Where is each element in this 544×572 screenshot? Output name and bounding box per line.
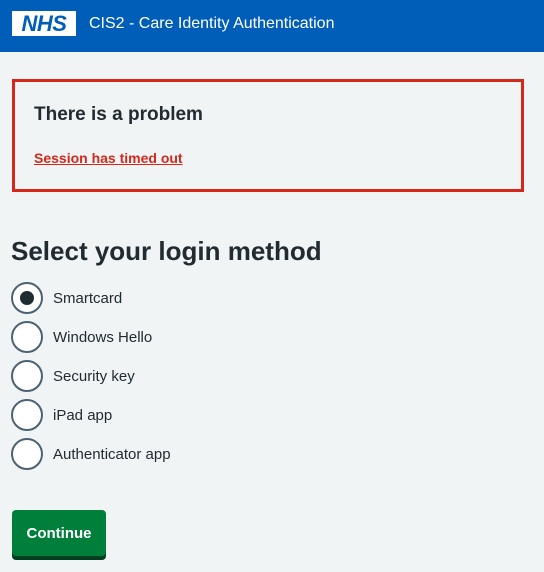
nhs-logo[interactable]: NHS xyxy=(12,11,76,36)
radio-option-security-key[interactable]: Security key xyxy=(11,360,135,392)
radio-label-authenticator-app[interactable]: Authenticator app xyxy=(53,446,171,463)
continue-button[interactable]: Continue xyxy=(12,510,106,556)
error-summary-title: There is a problem xyxy=(34,104,203,125)
radio-button-authenticator-app[interactable] xyxy=(11,438,43,470)
radio-option-authenticator-app[interactable]: Authenticator app xyxy=(11,438,171,470)
site-header: NHS CIS2 - Care Identity Authentication xyxy=(0,0,544,52)
service-name[interactable]: CIS2 - Care Identity Authentication xyxy=(89,14,334,34)
radio-option-windows-hello[interactable]: Windows Hello xyxy=(11,321,152,353)
radio-option-smartcard[interactable]: Smartcard xyxy=(11,282,122,314)
radio-label-ipad-app[interactable]: iPad app xyxy=(53,407,112,424)
radio-button-security-key[interactable] xyxy=(11,360,43,392)
radio-button-ipad-app[interactable] xyxy=(11,399,43,431)
radio-button-windows-hello[interactable] xyxy=(11,321,43,353)
nhs-logo-text: NHS xyxy=(21,10,67,36)
radio-button-smartcard[interactable] xyxy=(11,282,43,314)
session-timeout-link[interactable]: Session has timed out xyxy=(34,150,183,166)
radio-label-windows-hello[interactable]: Windows Hello xyxy=(53,329,152,346)
radio-option-ipad-app[interactable]: iPad app xyxy=(11,399,112,431)
error-summary: There is a problem Session has timed out xyxy=(12,79,524,192)
radio-label-smartcard[interactable]: Smartcard xyxy=(53,290,122,307)
page-title: Select your login method xyxy=(11,236,322,266)
radio-label-security-key[interactable]: Security key xyxy=(53,368,135,385)
